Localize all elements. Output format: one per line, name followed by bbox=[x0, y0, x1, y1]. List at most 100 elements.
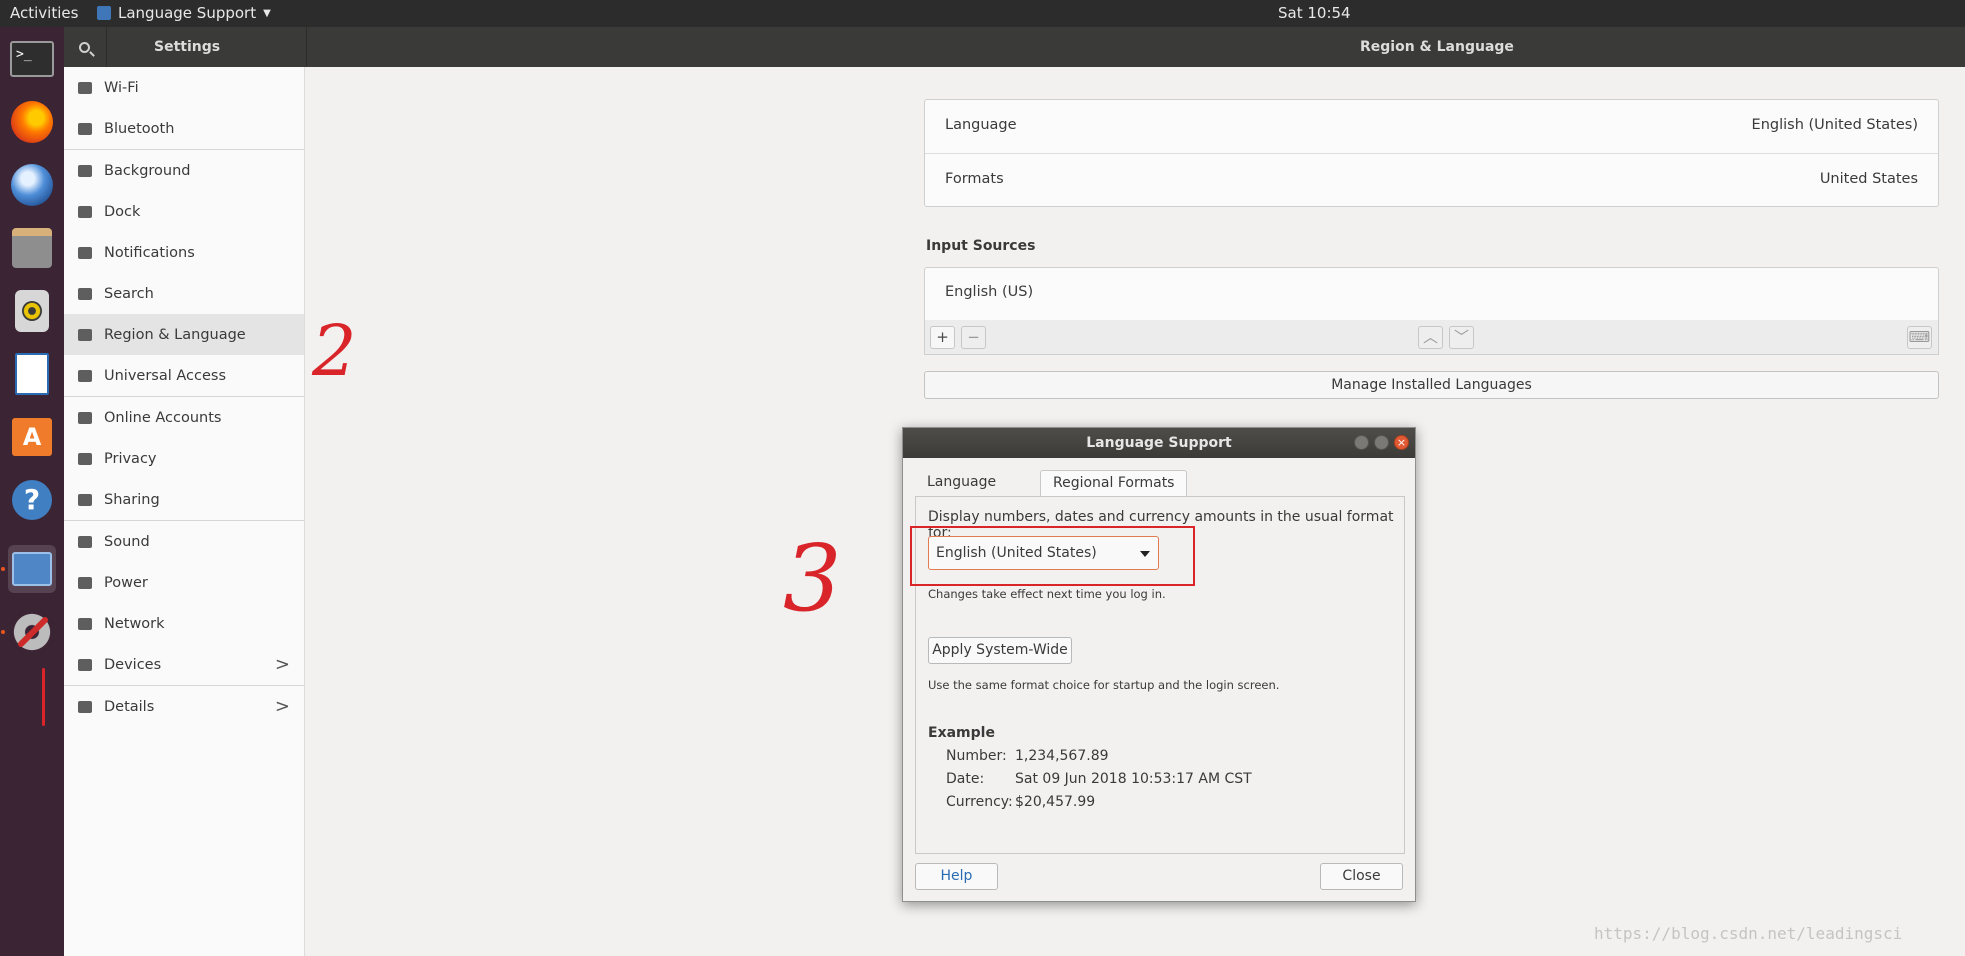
apply-system-wide-button[interactable]: Apply System-Wide bbox=[928, 637, 1072, 664]
app-menu[interactable]: Language Support ▼ bbox=[97, 4, 271, 22]
sidebar-item-label: Details bbox=[104, 698, 155, 715]
maximize-button[interactable] bbox=[1374, 435, 1389, 450]
sidebar-item-label: Power bbox=[104, 574, 148, 591]
software-store-icon: A bbox=[12, 418, 52, 456]
dock-item-thunderbird[interactable] bbox=[8, 161, 56, 209]
network-icon bbox=[78, 617, 92, 630]
sidebar-item-privacy[interactable]: Privacy bbox=[64, 438, 304, 479]
sidebar-item-label: Sharing bbox=[104, 491, 160, 508]
sidebar-item-power[interactable]: Power bbox=[64, 562, 304, 603]
sidebar-item-background[interactable]: Background bbox=[64, 150, 304, 191]
dock-item-files[interactable] bbox=[8, 224, 56, 272]
example-currency-label: Currency: bbox=[946, 794, 1013, 810]
example-number-label: Number: bbox=[946, 748, 1007, 764]
dock-item-settings[interactable] bbox=[8, 608, 56, 656]
input-sources-toolbar: + − ︿ ﹀ ⌨ bbox=[924, 320, 1939, 355]
dock-icon bbox=[78, 205, 92, 218]
sidebar-item-sound[interactable]: Sound bbox=[64, 521, 304, 562]
move-down-button[interactable]: ﹀ bbox=[1449, 326, 1474, 349]
sidebar-item-label: Bluetooth bbox=[104, 120, 175, 137]
settings-sidebar: Wi-Fi Bluetooth Background Dock Notifica… bbox=[64, 67, 305, 956]
dock-item-terminal[interactable]: >_ bbox=[8, 35, 56, 83]
minimize-button[interactable] bbox=[1354, 435, 1369, 450]
search-icon bbox=[78, 287, 92, 300]
sidebar-item-sharing[interactable]: Sharing bbox=[64, 479, 304, 520]
search-icon bbox=[78, 41, 90, 53]
search-button[interactable] bbox=[70, 33, 98, 61]
remove-input-source-button[interactable]: − bbox=[961, 326, 986, 349]
annotation-step-1 bbox=[42, 668, 45, 726]
manage-installed-languages-button[interactable]: Manage Installed Languages bbox=[924, 371, 1939, 399]
add-input-source-button[interactable]: + bbox=[930, 326, 955, 349]
background-icon bbox=[78, 164, 92, 177]
watermark: https://blog.csdn.net/leadingsci bbox=[1594, 924, 1903, 943]
sidebar-item-wifi[interactable]: Wi-Fi bbox=[64, 67, 304, 108]
files-icon bbox=[12, 228, 52, 268]
running-indicator bbox=[1, 630, 5, 634]
hand-icon bbox=[78, 452, 92, 465]
apply-note: Use the same format choice for startup a… bbox=[928, 678, 1280, 692]
sidebar-item-region-language[interactable]: Region & Language bbox=[64, 314, 304, 355]
help-icon: ? bbox=[12, 480, 52, 520]
sidebar-item-notifications[interactable]: Notifications bbox=[64, 232, 304, 273]
annotation-step-2: 2 bbox=[312, 310, 357, 392]
language-value: English (United States) bbox=[1751, 117, 1918, 133]
dialog-titlebar[interactable]: Language Support bbox=[903, 428, 1415, 458]
language-formats-box: Language English (United States) Formats… bbox=[924, 99, 1939, 207]
sidebar-item-details[interactable]: Details > bbox=[64, 686, 304, 727]
close-window-button[interactable]: × bbox=[1394, 435, 1409, 450]
sidebar-item-label: Privacy bbox=[104, 450, 157, 467]
settings-headerbar: Settings Region & Language bbox=[64, 27, 1965, 67]
dock-item-software[interactable]: A bbox=[8, 413, 56, 461]
sidebar-item-label: Wi-Fi bbox=[104, 79, 139, 96]
rhythmbox-icon bbox=[15, 290, 49, 332]
language-label: Language bbox=[945, 117, 1017, 133]
bell-icon bbox=[78, 246, 92, 259]
dock-item-rhythmbox[interactable] bbox=[8, 287, 56, 335]
sidebar-item-label: Sound bbox=[104, 533, 150, 550]
online-accounts-icon bbox=[78, 411, 92, 424]
sidebar-item-network[interactable]: Network bbox=[64, 603, 304, 644]
changes-note: Changes take effect next time you log in… bbox=[928, 587, 1166, 601]
regional-formats-panel: Display numbers, dates and currency amou… bbox=[910, 496, 1405, 854]
sidebar-item-label: Devices bbox=[104, 656, 162, 673]
firefox-icon bbox=[11, 101, 53, 143]
formats-row[interactable]: Formats United States bbox=[925, 154, 1938, 207]
sidebar-item-search[interactable]: Search bbox=[64, 273, 304, 314]
sidebar-item-universal-access[interactable]: Universal Access bbox=[64, 355, 304, 396]
input-source-item[interactable]: English (US) bbox=[945, 284, 1033, 300]
bluetooth-icon bbox=[78, 122, 92, 135]
format-select[interactable]: English (United States) bbox=[928, 536, 1159, 570]
sidebar-item-devices[interactable]: Devices > bbox=[64, 644, 304, 685]
example-number-value: 1,234,567.89 bbox=[1015, 748, 1109, 764]
help-button[interactable]: Help bbox=[915, 863, 998, 890]
sidebar-item-label: Universal Access bbox=[104, 367, 227, 384]
sidebar-item-dock[interactable]: Dock bbox=[64, 191, 304, 232]
sidebar-item-label: Dock bbox=[104, 203, 141, 220]
example-heading: Example bbox=[928, 725, 995, 741]
move-up-button[interactable]: ︿ bbox=[1418, 326, 1443, 349]
dock-item-writer[interactable] bbox=[8, 350, 56, 398]
app-menu-label: Language Support bbox=[118, 4, 257, 22]
tab-regional-formats[interactable]: Regional Formats bbox=[1040, 470, 1188, 496]
sidebar-item-label: Online Accounts bbox=[104, 409, 222, 426]
language-row[interactable]: Language English (United States) bbox=[925, 100, 1938, 153]
sidebar-item-label: Network bbox=[104, 615, 165, 632]
activities-button[interactable]: Activities bbox=[10, 4, 78, 22]
sidebar-item-label: Search bbox=[104, 285, 154, 302]
sidebar-item-bluetooth[interactable]: Bluetooth bbox=[64, 108, 304, 149]
keyboard-layout-button[interactable]: ⌨ bbox=[1907, 326, 1932, 349]
example-date-value: Sat 09 Jun 2018 10:53:17 AM CST bbox=[1015, 771, 1252, 787]
caret-down-icon: ▼ bbox=[263, 7, 271, 19]
wifi-icon bbox=[78, 81, 92, 94]
dock-item-firefox[interactable] bbox=[8, 98, 56, 146]
sidebar-item-label: Notifications bbox=[104, 244, 195, 261]
tab-language[interactable]: Language bbox=[915, 470, 1008, 496]
close-button[interactable]: Close bbox=[1320, 863, 1403, 890]
sidebar-item-online-accounts[interactable]: Online Accounts bbox=[64, 397, 304, 438]
dock-item-help[interactable]: ? bbox=[8, 476, 56, 524]
input-sources-list: English (US) bbox=[924, 267, 1939, 321]
dock-item-language-support[interactable] bbox=[8, 545, 56, 593]
clock[interactable]: Sat 10:54 bbox=[1278, 4, 1351, 22]
formats-label: Formats bbox=[945, 171, 1004, 187]
